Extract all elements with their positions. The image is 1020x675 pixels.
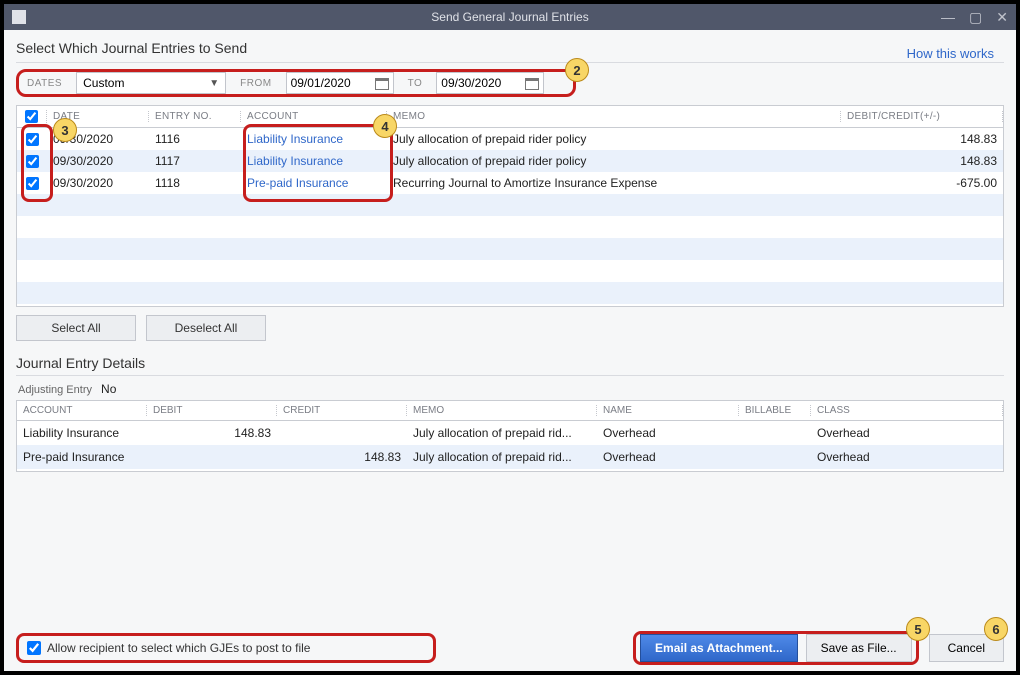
table-row[interactable]: 09/30/2020 1118 Pre-paid Insurance Recur… — [17, 172, 1003, 194]
header-memo[interactable]: MEMO — [387, 111, 841, 122]
date-filter-bar: DATES Custom ▼ FROM 09/01/2020 TO 09/30/… — [16, 69, 576, 97]
date-range-value: Custom — [83, 76, 124, 90]
calendar-icon[interactable] — [375, 76, 389, 90]
dh-credit[interactable]: CREDIT — [277, 405, 407, 416]
header-checkbox-cell — [17, 110, 47, 123]
cell-entry: 1116 — [149, 132, 241, 146]
d-account: Liability Insurance — [17, 426, 147, 440]
cell-account-link[interactable]: Liability Insurance — [241, 132, 387, 146]
d-memo: July allocation of prepaid rid... — [407, 426, 597, 440]
titlebar: Send General Journal Entries — ▢ ✕ — [4, 4, 1016, 30]
d-memo: July allocation of prepaid rid... — [407, 450, 597, 464]
details-row[interactable]: Liability Insurance 148.83 July allocati… — [17, 421, 1003, 445]
cell-memo: July allocation of prepaid rider policy — [387, 132, 857, 146]
details-grid: ACCOUNT DEBIT CREDIT MEMO NAME BILLABLE … — [16, 400, 1004, 472]
dh-billable[interactable]: BILLABLE — [739, 405, 811, 416]
cell-entry: 1117 — [149, 154, 241, 168]
dh-memo[interactable]: MEMO — [407, 405, 597, 416]
select-all-checkbox[interactable] — [25, 110, 38, 123]
row-checkbox[interactable] — [26, 133, 39, 146]
footer-bar: Allow recipient to select which GJEs to … — [16, 631, 1004, 665]
section-title-select: Select Which Journal Entries to Send — [16, 40, 1004, 56]
details-grid-header: ACCOUNT DEBIT CREDIT MEMO NAME BILLABLE … — [17, 401, 1003, 421]
d-account: Pre-paid Insurance — [17, 450, 147, 464]
minimize-icon[interactable]: — — [941, 9, 955, 26]
annotation-badge-2: 2 — [565, 58, 589, 82]
entries-grid-header: DATE ENTRY NO. ACCOUNT MEMO DEBIT/CREDIT… — [17, 106, 1003, 128]
cell-amount: 148.83 — [857, 132, 1003, 146]
row-checkbox[interactable] — [26, 177, 39, 190]
deselect-all-button[interactable]: Deselect All — [146, 315, 266, 341]
d-debit: 148.83 — [147, 426, 277, 440]
cell-entry: 1118 — [149, 176, 241, 190]
entries-grid: DATE ENTRY NO. ACCOUNT MEMO DEBIT/CREDIT… — [16, 105, 1004, 307]
adjusting-entry-value: No — [101, 382, 116, 396]
d-credit: 148.83 — [277, 450, 407, 464]
cell-amount: -675.00 — [857, 176, 1003, 190]
annotation-badge-4: 4 — [373, 114, 397, 138]
details-grid-body[interactable]: Liability Insurance 148.83 July allocati… — [17, 421, 1003, 473]
window-controls: — ▢ ✕ — [941, 9, 1008, 26]
table-row[interactable]: 09/30/2020 1117 Liability Insurance July… — [17, 150, 1003, 172]
dh-account[interactable]: ACCOUNT — [17, 405, 147, 416]
action-buttons-container: Email as Attachment... Save as File... 6 — [633, 631, 919, 665]
table-row[interactable]: 09/30/2020 1116 Liability Insurance July… — [17, 128, 1003, 150]
cell-account-link[interactable]: Pre-paid Insurance — [241, 176, 387, 190]
from-date-value: 09/01/2020 — [291, 76, 351, 90]
cell-date: 09/30/2020 — [47, 176, 149, 190]
select-all-button[interactable]: Select All — [16, 315, 136, 341]
annotation-badge-6: 6 — [984, 617, 1008, 641]
from-date-input[interactable]: 09/01/2020 — [286, 72, 394, 94]
save-as-file-button[interactable]: Save as File... — [806, 634, 912, 662]
annotation-badge-3: 3 — [53, 118, 77, 142]
to-date-value: 09/30/2020 — [441, 76, 501, 90]
header-entry-no[interactable]: ENTRY NO. — [149, 111, 241, 122]
email-attachment-button[interactable]: Email as Attachment... — [640, 634, 798, 662]
section-title-details: Journal Entry Details — [16, 355, 1004, 371]
d-class: Overhead — [811, 426, 1003, 440]
d-name: Overhead — [597, 450, 739, 464]
row-checkbox[interactable] — [26, 155, 39, 168]
cell-date: 09/30/2020 — [47, 154, 149, 168]
how-this-works-link[interactable]: How this works — [907, 46, 994, 61]
dh-name[interactable]: NAME — [597, 405, 739, 416]
cell-account-link[interactable]: Liability Insurance — [241, 154, 387, 168]
cell-memo: July allocation of prepaid rider policy — [387, 154, 857, 168]
maximize-icon[interactable]: ▢ — [969, 9, 982, 26]
divider — [16, 62, 1004, 63]
allow-recipient-checkbox[interactable] — [27, 641, 41, 655]
cell-memo: Recurring Journal to Amortize Insurance … — [387, 176, 857, 190]
chevron-down-icon: ▼ — [209, 78, 219, 89]
d-name: Overhead — [597, 426, 739, 440]
to-date-input[interactable]: 09/30/2020 — [436, 72, 544, 94]
adjusting-entry-label: Adjusting Entry — [18, 384, 92, 396]
dates-label: DATES — [27, 78, 62, 89]
header-account[interactable]: ACCOUNT — [241, 111, 387, 122]
adjusting-entry-line: Adjusting Entry No — [18, 382, 1004, 396]
calendar-icon[interactable] — [525, 76, 539, 90]
window-title: Send General Journal Entries — [4, 10, 1016, 24]
close-icon[interactable]: ✕ — [996, 9, 1008, 26]
to-label: TO — [408, 78, 423, 89]
from-label: FROM — [240, 78, 271, 89]
allow-recipient-container: Allow recipient to select which GJEs to … — [16, 633, 436, 663]
cell-amount: 148.83 — [857, 154, 1003, 168]
dh-class[interactable]: CLASS — [811, 405, 1003, 416]
selection-buttons: Select All Deselect All — [16, 315, 1004, 341]
entries-grid-body[interactable]: 09/30/2020 1116 Liability Insurance July… — [17, 128, 1003, 308]
annotation-badge-5: 5 — [906, 617, 930, 641]
d-class: Overhead — [811, 450, 1003, 464]
details-row[interactable]: Pre-paid Insurance 148.83 July allocatio… — [17, 445, 1003, 469]
date-range-dropdown[interactable]: Custom ▼ — [76, 72, 226, 94]
allow-recipient-label: Allow recipient to select which GJEs to … — [47, 641, 310, 655]
divider — [16, 375, 1004, 376]
dh-debit[interactable]: DEBIT — [147, 405, 277, 416]
header-debit-credit[interactable]: DEBIT/CREDIT(+/-) — [841, 111, 1003, 122]
